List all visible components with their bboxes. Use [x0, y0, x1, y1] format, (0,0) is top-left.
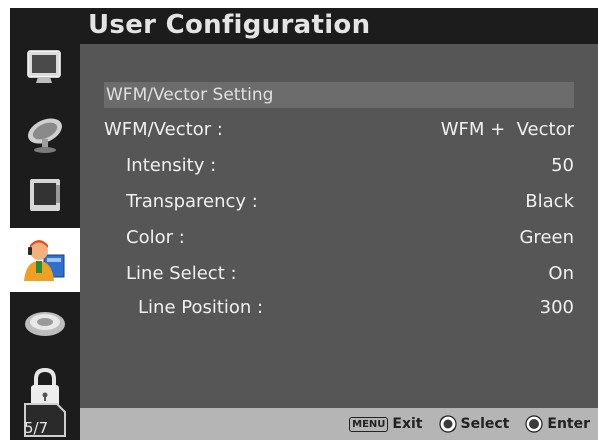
- setting-label: Line Select :: [126, 262, 237, 284]
- setting-row-transparency[interactable]: Transparency : Black: [126, 186, 574, 216]
- setting-label: Intensity :: [126, 154, 217, 176]
- setting-value[interactable]: WFM + Vector: [441, 119, 574, 140]
- setting-row-intensity[interactable]: Intensity : 50: [126, 150, 574, 180]
- setting-value[interactable]: 50: [551, 155, 574, 176]
- setting-label: WFM/Vector :: [104, 118, 223, 140]
- setting-row-color[interactable]: Color : Green: [126, 222, 574, 252]
- exit-label: Exit: [392, 416, 423, 432]
- rotary-knob-icon: [438, 415, 457, 433]
- page-indicator-text: 5/7: [24, 419, 49, 437]
- sidebar-item-user-config[interactable]: [10, 228, 80, 292]
- sidebar-item-monitor[interactable]: [10, 36, 80, 100]
- page-indicator: 5/7: [10, 400, 80, 440]
- setting-row-line-select[interactable]: Line Select : On: [126, 258, 574, 288]
- setting-label: Color :: [126, 226, 185, 248]
- monitor-icon: [27, 50, 61, 83]
- sidebar-item-display[interactable]: [10, 164, 80, 228]
- sidebar-item-satellite[interactable]: [10, 100, 80, 164]
- exit-hint[interactable]: MENU Exit: [349, 416, 423, 432]
- menu-key-icon: MENU: [349, 416, 389, 432]
- footer-hint-bar: MENU Exit Select Enter: [80, 408, 598, 440]
- select-label: Select: [460, 416, 510, 432]
- sidebar-item-dial[interactable]: [10, 292, 80, 356]
- user-config-icon: [24, 240, 65, 281]
- satellite-dish-icon: [28, 118, 62, 153]
- header-bar: User Configuration: [80, 8, 598, 44]
- sidebar: 5/7: [10, 8, 80, 440]
- setting-value[interactable]: Green: [519, 227, 574, 248]
- setting-row-line-position[interactable]: Line Position : 300: [138, 292, 574, 322]
- section-title: WFM/Vector Setting: [106, 85, 274, 105]
- setting-label: Line Position :: [138, 296, 264, 318]
- page-title: User Configuration: [88, 10, 371, 40]
- setting-row-wfm-vector[interactable]: WFM/Vector : WFM + Vector: [104, 114, 574, 144]
- display-panel-icon: [30, 179, 60, 211]
- setting-label: Transparency :: [126, 190, 258, 212]
- osd-menu: 5/7 User Configuration WFM/Vector Settin…: [0, 0, 598, 440]
- select-hint[interactable]: Select: [438, 415, 510, 433]
- setting-value[interactable]: Black: [525, 191, 574, 212]
- enter-hint[interactable]: Enter: [525, 415, 590, 433]
- enter-label: Enter: [547, 416, 590, 432]
- section-title-bar: WFM/Vector Setting: [104, 82, 574, 108]
- push-knob-icon: [525, 415, 543, 433]
- dial-icon: [25, 312, 65, 336]
- setting-value[interactable]: On: [548, 263, 574, 284]
- setting-value[interactable]: 300: [540, 297, 574, 318]
- settings-panel: WFM/Vector Setting WFM/Vector : WFM + Ve…: [80, 44, 598, 408]
